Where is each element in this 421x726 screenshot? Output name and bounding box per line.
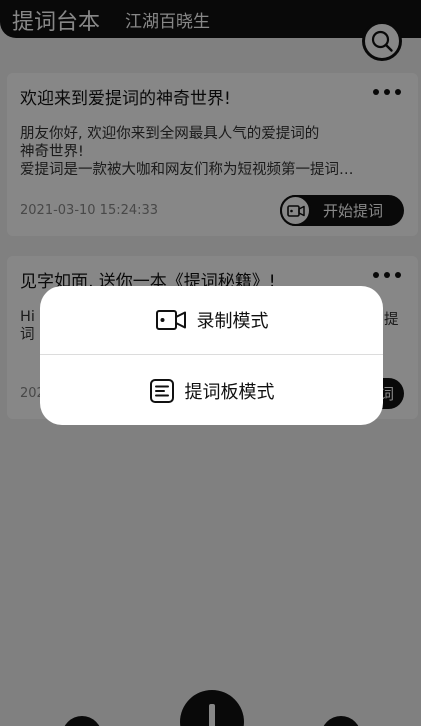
teleprompter-mode-label: 提词板模式 (184, 381, 275, 403)
record-mode-label: 录制模式 (196, 311, 269, 332)
mode-selection-sheet: 录制模式 提词板模式 (40, 286, 383, 425)
teleprompter-board-icon (149, 378, 174, 403)
teleprompter-mode-option[interactable]: 提词板模式 (40, 356, 383, 425)
record-mode-option[interactable]: 录制模式 (40, 286, 383, 355)
video-camera-icon (155, 310, 186, 330)
